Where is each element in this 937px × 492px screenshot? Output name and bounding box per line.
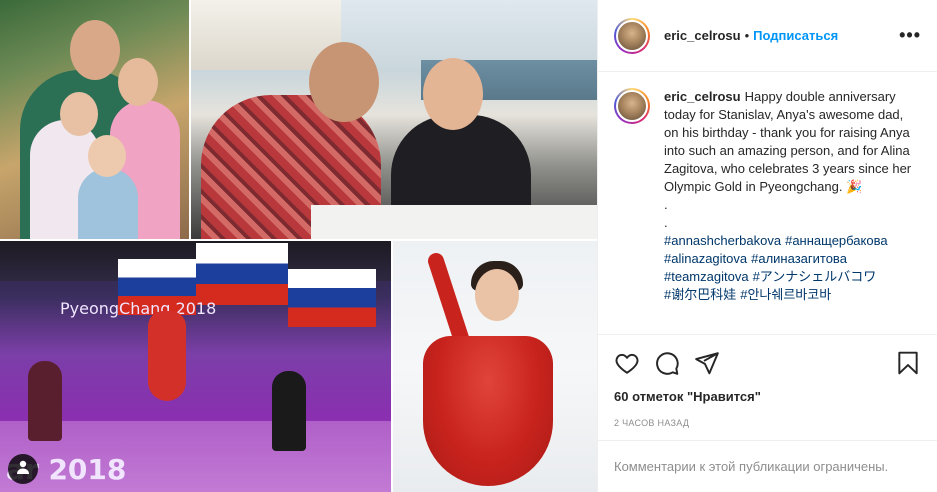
post-timestamp[interactable]: 2 ЧАСОВ НАЗАД <box>614 418 921 428</box>
hashtag-link[interactable]: #teamzagitova <box>664 269 749 284</box>
post-media-collage[interactable]: PyeongChang 2018 ar 2018 <box>0 0 597 492</box>
caption-username[interactable]: eric_celrosu <box>664 89 741 104</box>
caption-dot-1: . <box>664 197 668 212</box>
author-username[interactable]: eric_celrosu <box>664 28 741 43</box>
tagged-users-button[interactable] <box>8 454 38 484</box>
comment-icon[interactable] <box>654 350 680 376</box>
hashtag-link[interactable]: #谢尔巴科娃 <box>664 287 736 302</box>
author-avatar[interactable] <box>614 17 650 54</box>
header-separator: • <box>744 28 750 43</box>
heart-icon[interactable] <box>614 350 640 376</box>
post-header: eric_celrosu • Подписаться ••• <box>598 0 937 72</box>
hashtag-link[interactable]: #алиназагитова <box>751 251 847 266</box>
more-options-icon[interactable]: ••• <box>899 25 921 46</box>
likes-count[interactable]: 60 отметок "Нравится" <box>614 389 921 404</box>
olympic-logo-text: PyeongChang 2018 <box>60 299 217 318</box>
hashtag-link[interactable]: #alinazagitova <box>664 251 747 266</box>
follow-button[interactable]: Подписаться <box>753 28 838 43</box>
bookmark-icon[interactable] <box>895 350 921 376</box>
photo-family <box>0 0 189 239</box>
caption: eric_celrosu Happy double anniversary tod… <box>614 88 921 196</box>
hashtag-link[interactable]: #аннащербакова <box>785 233 888 248</box>
caption-area: eric_celrosu Happy double anniversary tod… <box>598 72 937 334</box>
hashtags: #annashcherbakova #аннащербакова #alinaza… <box>664 232 924 304</box>
instagram-post: PyeongChang 2018 ar 2018 eric_celrosu • … <box>0 0 937 492</box>
caption-text: eric_celrosu Happy double anniversary tod… <box>664 88 914 196</box>
photo-father-daughter <box>191 0 597 239</box>
comments-restricted-notice: Комментарии к этой публикации ограничены… <box>598 440 937 492</box>
paper-plane-icon[interactable] <box>694 350 720 376</box>
caption-avatar[interactable] <box>614 88 650 124</box>
caption-body: Happy double anniversary today for Stani… <box>664 89 912 194</box>
photo-skater-red-dress <box>393 241 597 492</box>
caption-dot-2: . <box>664 215 668 230</box>
post-side-panel: eric_celrosu • Подписаться ••• eric_celr… <box>597 0 937 492</box>
post-actions: 60 отметок "Нравится" 2 ЧАСОВ НАЗАД <box>598 334 937 428</box>
hashtag-link[interactable]: #안나쉐르바코바 <box>740 287 831 302</box>
hashtag-link[interactable]: #アンナシェルバコワ <box>753 269 877 284</box>
action-icons <box>614 343 921 383</box>
hashtag-link[interactable]: #annashcherbakova <box>664 233 781 248</box>
photo-olympic-podium: PyeongChang 2018 ar 2018 <box>0 241 391 492</box>
user-icon <box>15 459 31 480</box>
